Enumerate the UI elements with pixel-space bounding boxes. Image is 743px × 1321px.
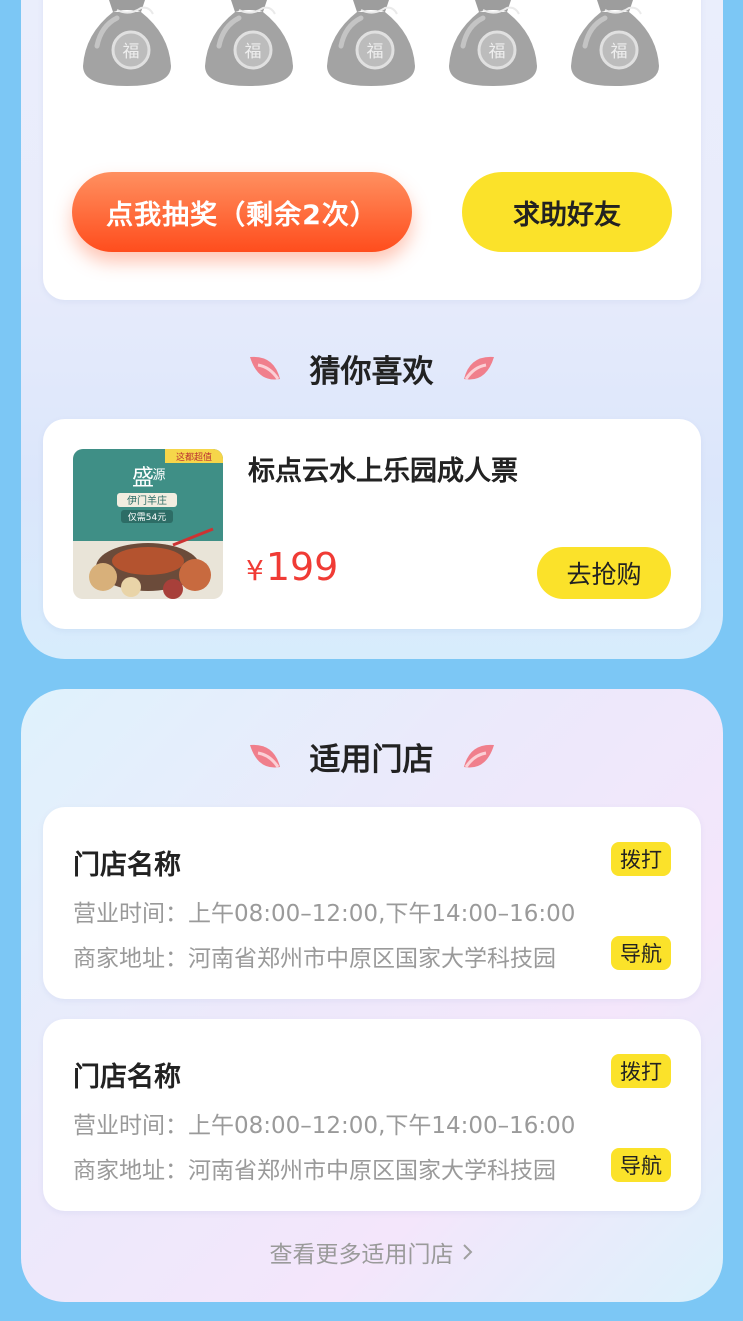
- lucky-bag-icon[interactable]: 福: [77, 0, 177, 90]
- address-value: 河南省郑州市中原区国家大学科技园: [188, 946, 556, 972]
- svg-text:源: 源: [152, 468, 165, 483]
- stores-section-header: 适用门店: [0, 734, 743, 778]
- lucky-bag-icon[interactable]: 福: [199, 0, 299, 90]
- svg-text:仅需54元: 仅需54元: [128, 511, 166, 523]
- address-label: 商家地址：: [73, 946, 188, 972]
- lucky-bag-icon[interactable]: 福: [443, 0, 543, 90]
- store-card: 门店名称 拨打 营业时间：上午08:00–12:00,下午14:00–16:00…: [43, 807, 701, 999]
- store-card: 门店名称 拨打 营业时间：上午08:00–12:00,下午14:00–16:00…: [43, 1019, 701, 1211]
- bag-label: 福: [123, 42, 140, 62]
- store-hours: 营业时间：上午08:00–12:00,下午14:00–16:00: [73, 1106, 575, 1140]
- call-button[interactable]: 拨打: [611, 1054, 671, 1088]
- store-name: 门店名称: [73, 1062, 181, 1093]
- svg-text:伊门羊庄: 伊门羊庄: [127, 494, 167, 507]
- bag-label: 福: [245, 42, 262, 62]
- product-image[interactable]: 这都超值 盛 源 伊门羊庄 仅需54元: [73, 449, 223, 599]
- lottery-card: 福 福 福 福 福 点我抽奖（剩余2次） 求助好友: [43, 0, 701, 300]
- bag-label: 福: [367, 42, 384, 62]
- call-button[interactable]: 拨打: [611, 842, 671, 876]
- petal-left-icon: [249, 744, 280, 768]
- stores-title: 适用门店: [309, 741, 434, 778]
- hours-label: 营业时间：: [73, 1113, 188, 1139]
- product-card[interactable]: 这都超值 盛 源 伊门羊庄 仅需54元 标点云水上乐园成人票 ¥199 去抢购: [43, 419, 701, 629]
- navigate-button[interactable]: 导航: [611, 936, 671, 970]
- hours-label: 营业时间：: [73, 901, 188, 927]
- store-address: 商家地址：河南省郑州市中原区国家大学科技园: [73, 1151, 556, 1185]
- address-value: 河南省郑州市中原区国家大学科技园: [188, 1158, 556, 1184]
- buy-now-button[interactable]: 去抢购: [537, 547, 671, 599]
- navigate-button[interactable]: 导航: [611, 1148, 671, 1182]
- hours-value: 上午08:00–12:00,下午14:00–16:00: [188, 901, 576, 927]
- bag-label: 福: [611, 42, 628, 62]
- lucky-bag-icon[interactable]: 福: [321, 0, 421, 90]
- currency-symbol: ¥: [246, 554, 264, 587]
- hours-value: 上午08:00–12:00,下午14:00–16:00: [188, 1113, 576, 1139]
- chevron-right-icon: [462, 1244, 472, 1260]
- petal-right-icon: [463, 356, 494, 380]
- price-value: 199: [265, 545, 339, 589]
- recommend-title: 猜你喜欢: [309, 353, 434, 390]
- store-hours: 营业时间：上午08:00–12:00,下午14:00–16:00: [73, 894, 575, 928]
- svg-text:盛: 盛: [132, 466, 154, 491]
- draw-lottery-button[interactable]: 点我抽奖（剩余2次）: [72, 172, 412, 252]
- product-price: ¥199: [246, 545, 338, 589]
- petal-right-icon: [463, 744, 494, 768]
- store-address: 商家地址：河南省郑州市中原区国家大学科技园: [73, 939, 556, 973]
- svg-text:这都超值: 这都超值: [176, 451, 212, 463]
- petal-left-icon: [249, 356, 280, 380]
- address-label: 商家地址：: [73, 1158, 188, 1184]
- more-stores-label[interactable]: 查看更多适用门店: [270, 1235, 454, 1269]
- bag-label: 福: [489, 42, 506, 62]
- lucky-bag-icon[interactable]: 福: [565, 0, 665, 90]
- store-name: 门店名称: [73, 850, 181, 881]
- more-stores-link[interactable]: 查看更多适用门店: [0, 1236, 743, 1268]
- ask-friend-help-button[interactable]: 求助好友: [462, 172, 672, 252]
- product-name[interactable]: 标点云水上乐园成人票: [248, 449, 518, 488]
- recommend-section-header: 猜你喜欢: [0, 346, 743, 390]
